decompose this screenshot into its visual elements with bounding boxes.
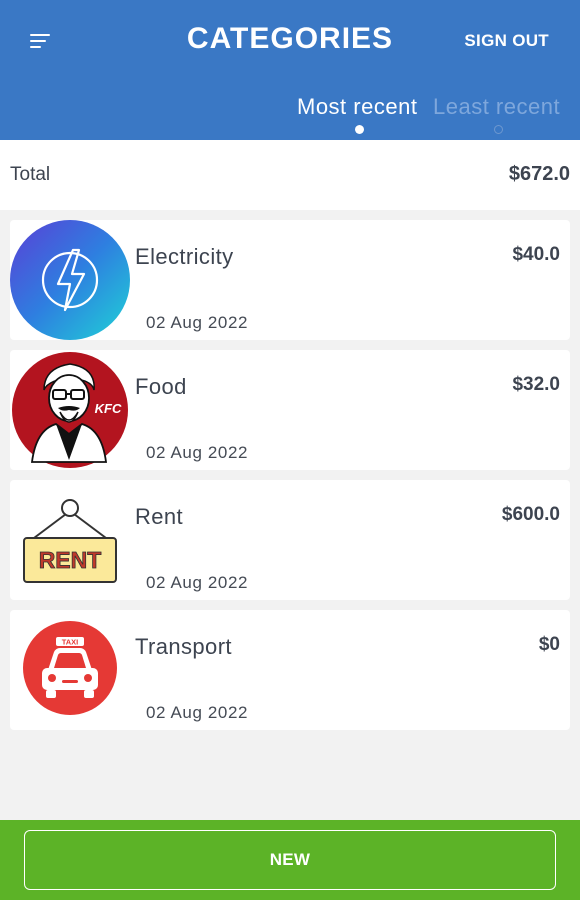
category-amount: $32.0 (512, 374, 560, 395)
page-indicator-active (355, 125, 364, 134)
lightning-icon (10, 220, 130, 340)
category-card-food[interactable]: KFC Food $32.0 02 Aug 2022 (10, 350, 570, 470)
sign-out-button[interactable]: SIGN OUT (464, 31, 549, 51)
category-date: 02 Aug 2022 (146, 443, 249, 462)
taxi-icon: TAXI (23, 621, 117, 715)
total-label: Total (10, 164, 51, 185)
rent-sign-icon: RENT (23, 499, 117, 583)
category-card-electricity[interactable]: Electricity $40.0 02 Aug 2022 (10, 220, 570, 340)
category-date: 02 Aug 2022 (146, 703, 249, 722)
tab-least-recent[interactable]: Least recent (433, 94, 560, 120)
page-indicator-inactive (494, 125, 503, 134)
footer-bar: NEW (0, 820, 580, 900)
new-category-button[interactable]: NEW (24, 830, 556, 890)
tab-most-recent[interactable]: Most recent (297, 94, 417, 120)
category-date: 02 Aug 2022 (146, 573, 249, 592)
total-bar: Total $672.0 (0, 140, 580, 210)
category-name: Electricity (135, 244, 234, 269)
kfc-logo-icon: KFC (12, 352, 128, 468)
taxi-sign-text: TAXI (62, 638, 79, 647)
menu-button[interactable] (24, 24, 58, 58)
category-card-transport[interactable]: TAXI Transport $0 02 Aug 2022 (10, 610, 570, 730)
total-value: $672.0 (508, 163, 570, 185)
app-header: CATEGORIES SIGN OUT Most recent Least re… (0, 0, 580, 140)
category-date: 02 Aug 2022 (146, 313, 249, 332)
category-name: Transport (135, 634, 232, 659)
category-name: Food (135, 374, 187, 399)
category-amount: $40.0 (512, 244, 560, 265)
category-amount: $0 (538, 634, 560, 655)
category-name: Rent (135, 504, 184, 529)
category-card-rent[interactable]: RENT Rent $600.0 02 Aug 2022 (10, 480, 570, 600)
rent-sign-text: RENT (39, 547, 102, 573)
kfc-logo-text: KFC (95, 401, 122, 416)
menu-icon (30, 34, 50, 48)
category-amount: $600.0 (501, 504, 560, 525)
